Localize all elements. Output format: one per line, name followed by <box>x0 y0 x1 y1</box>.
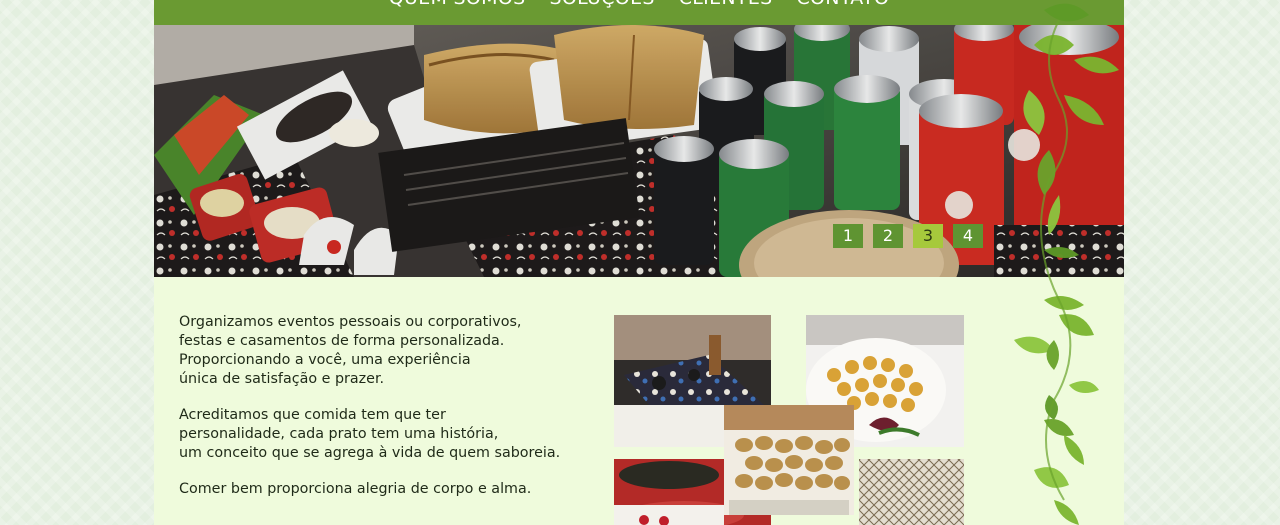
nav-solucoes[interactable]: SOLUÇÕES <box>549 0 654 9</box>
main-nav: QUEM SOMOS SOLUÇÕES CLIENTES CONTATO <box>154 0 1124 25</box>
nav-clientes[interactable]: CLIENTES <box>679 0 773 9</box>
hero-banner: 1 2 3 4 <box>154 25 1124 277</box>
intro-text: Organizamos eventos pessoais ou corporat… <box>179 313 609 516</box>
food-photo-collage <box>614 315 964 525</box>
slider-pagination: 1 2 3 4 <box>833 224 983 248</box>
slider-page-4[interactable]: 4 <box>953 224 983 248</box>
nav-contato[interactable]: CONTATO <box>796 0 889 9</box>
slider-page-1[interactable]: 1 <box>833 224 863 248</box>
slider-page-2[interactable]: 2 <box>873 224 903 248</box>
page-container: QUEM SOMOS SOLUÇÕES CLIENTES CONTATO <box>154 0 1124 525</box>
intro-paragraph: Organizamos eventos pessoais ou corporat… <box>179 314 522 387</box>
food-collage-image <box>614 315 964 525</box>
slider-page-3[interactable]: 3 <box>913 224 943 248</box>
nav-quem-somos[interactable]: QUEM SOMOS <box>389 0 526 9</box>
intro-paragraph: Acreditamos que comida tem que ter perso… <box>179 407 561 461</box>
intro-paragraph: Comer bem proporciona alegria de corpo e… <box>179 481 532 497</box>
